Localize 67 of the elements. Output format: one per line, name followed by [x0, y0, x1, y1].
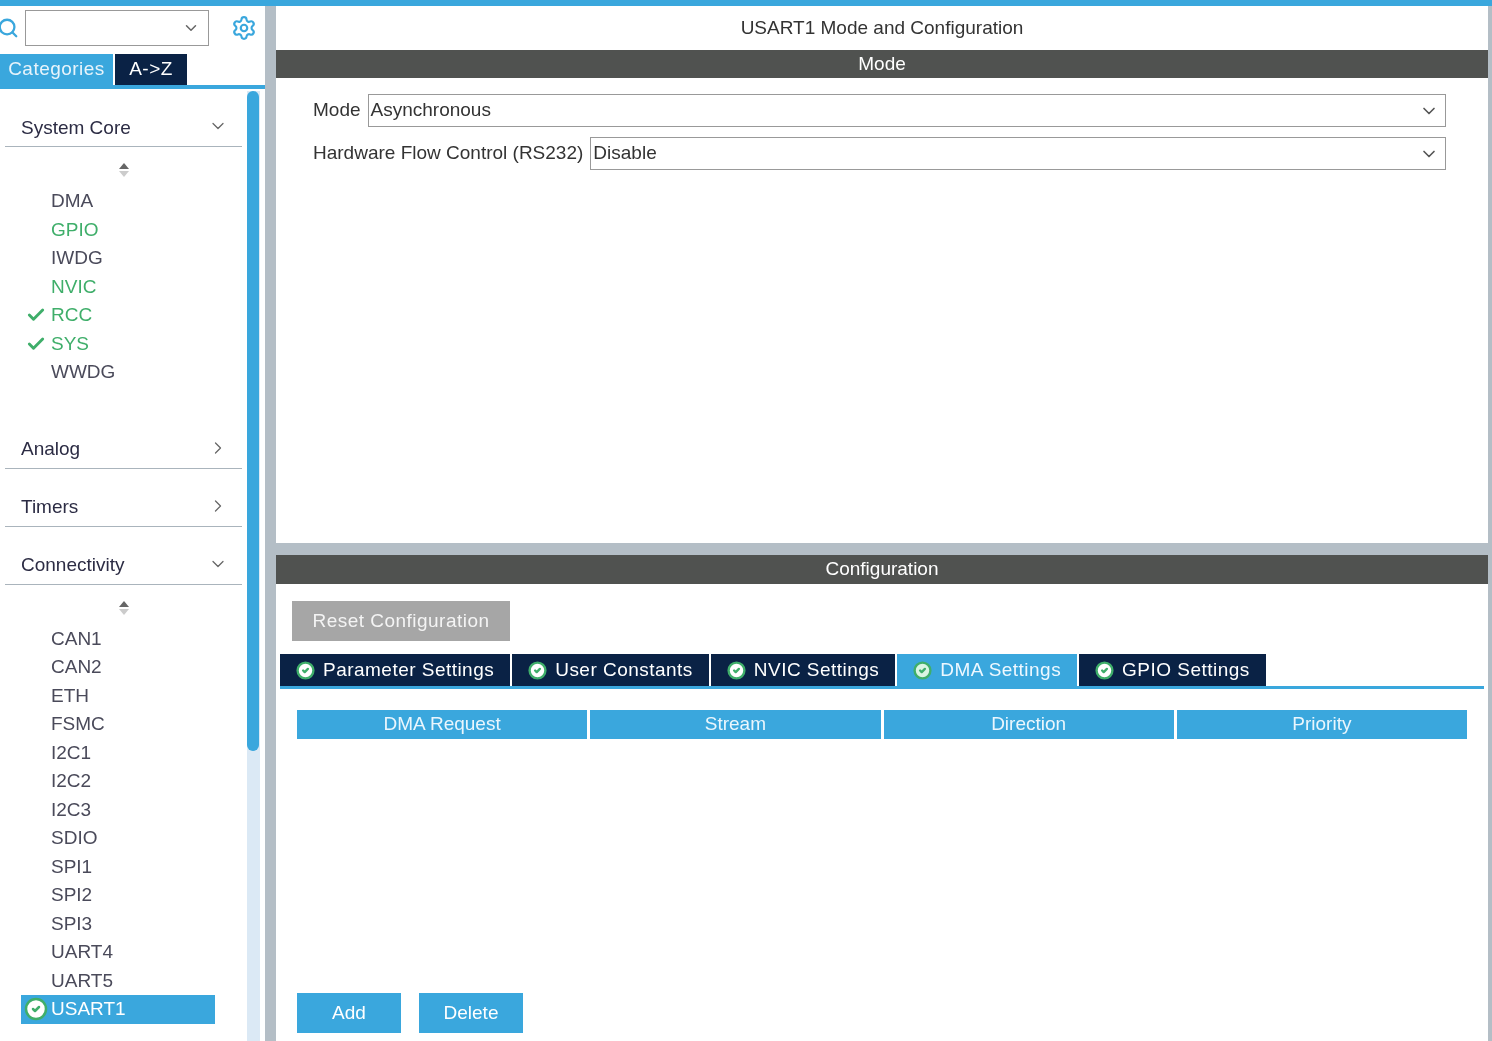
peripheral-label: GPIO	[51, 217, 99, 242]
peripheral-label: CAN1	[51, 626, 102, 651]
peripheral-label: SPI1	[51, 854, 93, 879]
section-header: Mode	[276, 50, 1488, 78]
peripheral-label: I2C2	[51, 769, 92, 793]
peripheral-label: IWDG	[51, 246, 103, 270]
category-header[interactable]: Timers	[5, 486, 242, 527]
peripheral-label: I2C3	[51, 797, 92, 822]
peripheral-label: SPI2	[51, 883, 93, 907]
peripheral-item[interactable]: SPI1	[21, 852, 215, 881]
check-circle-icon	[1095, 660, 1115, 680]
peripheral-label: USART1	[51, 997, 126, 1021]
peripheral-label: CAN2	[51, 655, 102, 679]
category-header[interactable]: System Core	[5, 107, 242, 147]
settings-tab[interactable]: Parameter Settings	[280, 654, 511, 686]
field-label: Mode	[313, 98, 361, 123]
peripheral-item[interactable]: UART5	[21, 966, 215, 995]
peripheral-label: SYS	[51, 331, 90, 356]
peripheral-item[interactable]: CAN2	[21, 653, 215, 682]
check-circle-icon	[296, 660, 315, 680]
column-header: Stream	[590, 710, 881, 739]
peripheral-label: UART4	[51, 940, 113, 964]
category-header[interactable]: Analog	[5, 428, 242, 469]
peripheral-item[interactable]: SDIO	[21, 824, 215, 853]
peripheral-label: FSMC	[51, 712, 105, 736]
sidebar-tab[interactable]: A->Z	[115, 54, 187, 85]
scroll-arrows-icon[interactable]	[117, 161, 130, 179]
peripheral-label: SDIO	[51, 826, 98, 850]
section-header: Configuration	[276, 555, 1488, 584]
settings-icon[interactable]	[231, 15, 257, 41]
peripheral-item[interactable]: ETH	[21, 681, 215, 710]
column-header: DMA Request	[297, 710, 588, 739]
peripheral-item[interactable]: UART4	[21, 938, 215, 967]
peripheral-item[interactable]: CAN1	[21, 624, 215, 653]
category-header[interactable]: Connectivity	[5, 544, 242, 585]
peripheral-item[interactable]: IWDG	[21, 244, 215, 273]
peripheral-item[interactable]: I2C3	[21, 795, 215, 824]
peripheral-item[interactable]: I2C1	[21, 738, 215, 767]
peripheral-label: UART5	[51, 968, 113, 993]
dropdown-field[interactable]: Asynchronous	[367, 94, 1446, 127]
peripheral-label: I2C1	[51, 740, 92, 765]
peripheral-label: DMA	[51, 189, 94, 213]
peripheral-label: SPI3	[51, 911, 93, 936]
peripheral-item[interactable]: I2C2	[21, 767, 215, 796]
peripheral-label: NVIC	[51, 274, 97, 299]
settings-tab[interactable]: User Constants	[512, 654, 709, 686]
column-header: Priority	[1176, 710, 1467, 739]
peripheral-label: WWDG	[51, 360, 116, 384]
search-icon[interactable]	[0, 17, 19, 39]
check-circle-icon	[528, 660, 548, 680]
scrollbar-thumb[interactable]	[247, 91, 259, 751]
peripheral-label: ETH	[51, 683, 89, 708]
peripheral-label: RCC	[51, 303, 93, 327]
settings-tab[interactable]: NVIC Settings	[710, 654, 896, 686]
dropdown-field[interactable]: Disable	[590, 137, 1446, 170]
settings-tab[interactable]: GPIO Settings	[1079, 654, 1266, 686]
field-label: Hardware Flow Control (RS232)	[313, 141, 584, 166]
check-circle-icon	[913, 660, 933, 680]
check-circle-icon	[726, 660, 746, 680]
peripheral-item[interactable]: SPI2	[21, 881, 215, 910]
peripheral-item[interactable]: WWDG	[21, 358, 215, 387]
column-header: Direction	[883, 710, 1174, 739]
window-title: USART1 Mode and Configuration	[739, 15, 1025, 40]
search-field[interactable]	[25, 10, 209, 46]
peripheral-item[interactable]: SPI3	[21, 909, 215, 938]
peripheral-item[interactable]: FSMC	[21, 710, 215, 739]
peripheral-item[interactable]: DMA	[21, 187, 215, 216]
